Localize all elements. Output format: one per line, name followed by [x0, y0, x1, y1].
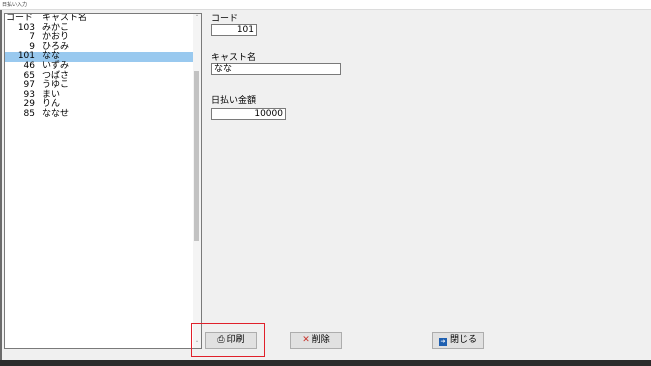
list-scrollbar[interactable]: ˄ ˅ [193, 14, 201, 348]
exit-icon: ➔ [438, 338, 447, 346]
list-item-code: 85 [23, 108, 35, 119]
delete-button[interactable]: ✕ 削除 [290, 332, 342, 349]
cast-listbox[interactable]: コード キャスト名 103 みかこ 7 かおり 9 ひろみ 101 なな 46 … [4, 13, 202, 349]
code-label: コード [211, 14, 239, 24]
taskbar-strip [0, 360, 651, 366]
amount-label: 日払い金額 [211, 96, 257, 106]
delete-button-label: 削除 [311, 335, 330, 345]
scroll-up-icon[interactable]: ˄ [193, 14, 201, 22]
cast-name-label: キャスト名 [211, 53, 257, 63]
scroll-thumb[interactable] [194, 71, 199, 241]
list-item-name: ななせ [42, 108, 70, 119]
delete-icon: ✕ [302, 335, 310, 345]
list-item[interactable]: 85 ななせ [5, 108, 201, 120]
close-button[interactable]: ➔ 閉じる [432, 332, 484, 349]
cast-name-field[interactable]: なな [211, 63, 341, 75]
window-frame [0, 10, 2, 366]
window-title: 日払い入力 [0, 0, 651, 10]
print-highlight-box [191, 323, 265, 357]
close-button-label: 閉じる [449, 335, 477, 345]
code-field[interactable]: 101 [211, 24, 257, 36]
amount-field[interactable]: 10000 [211, 108, 286, 120]
